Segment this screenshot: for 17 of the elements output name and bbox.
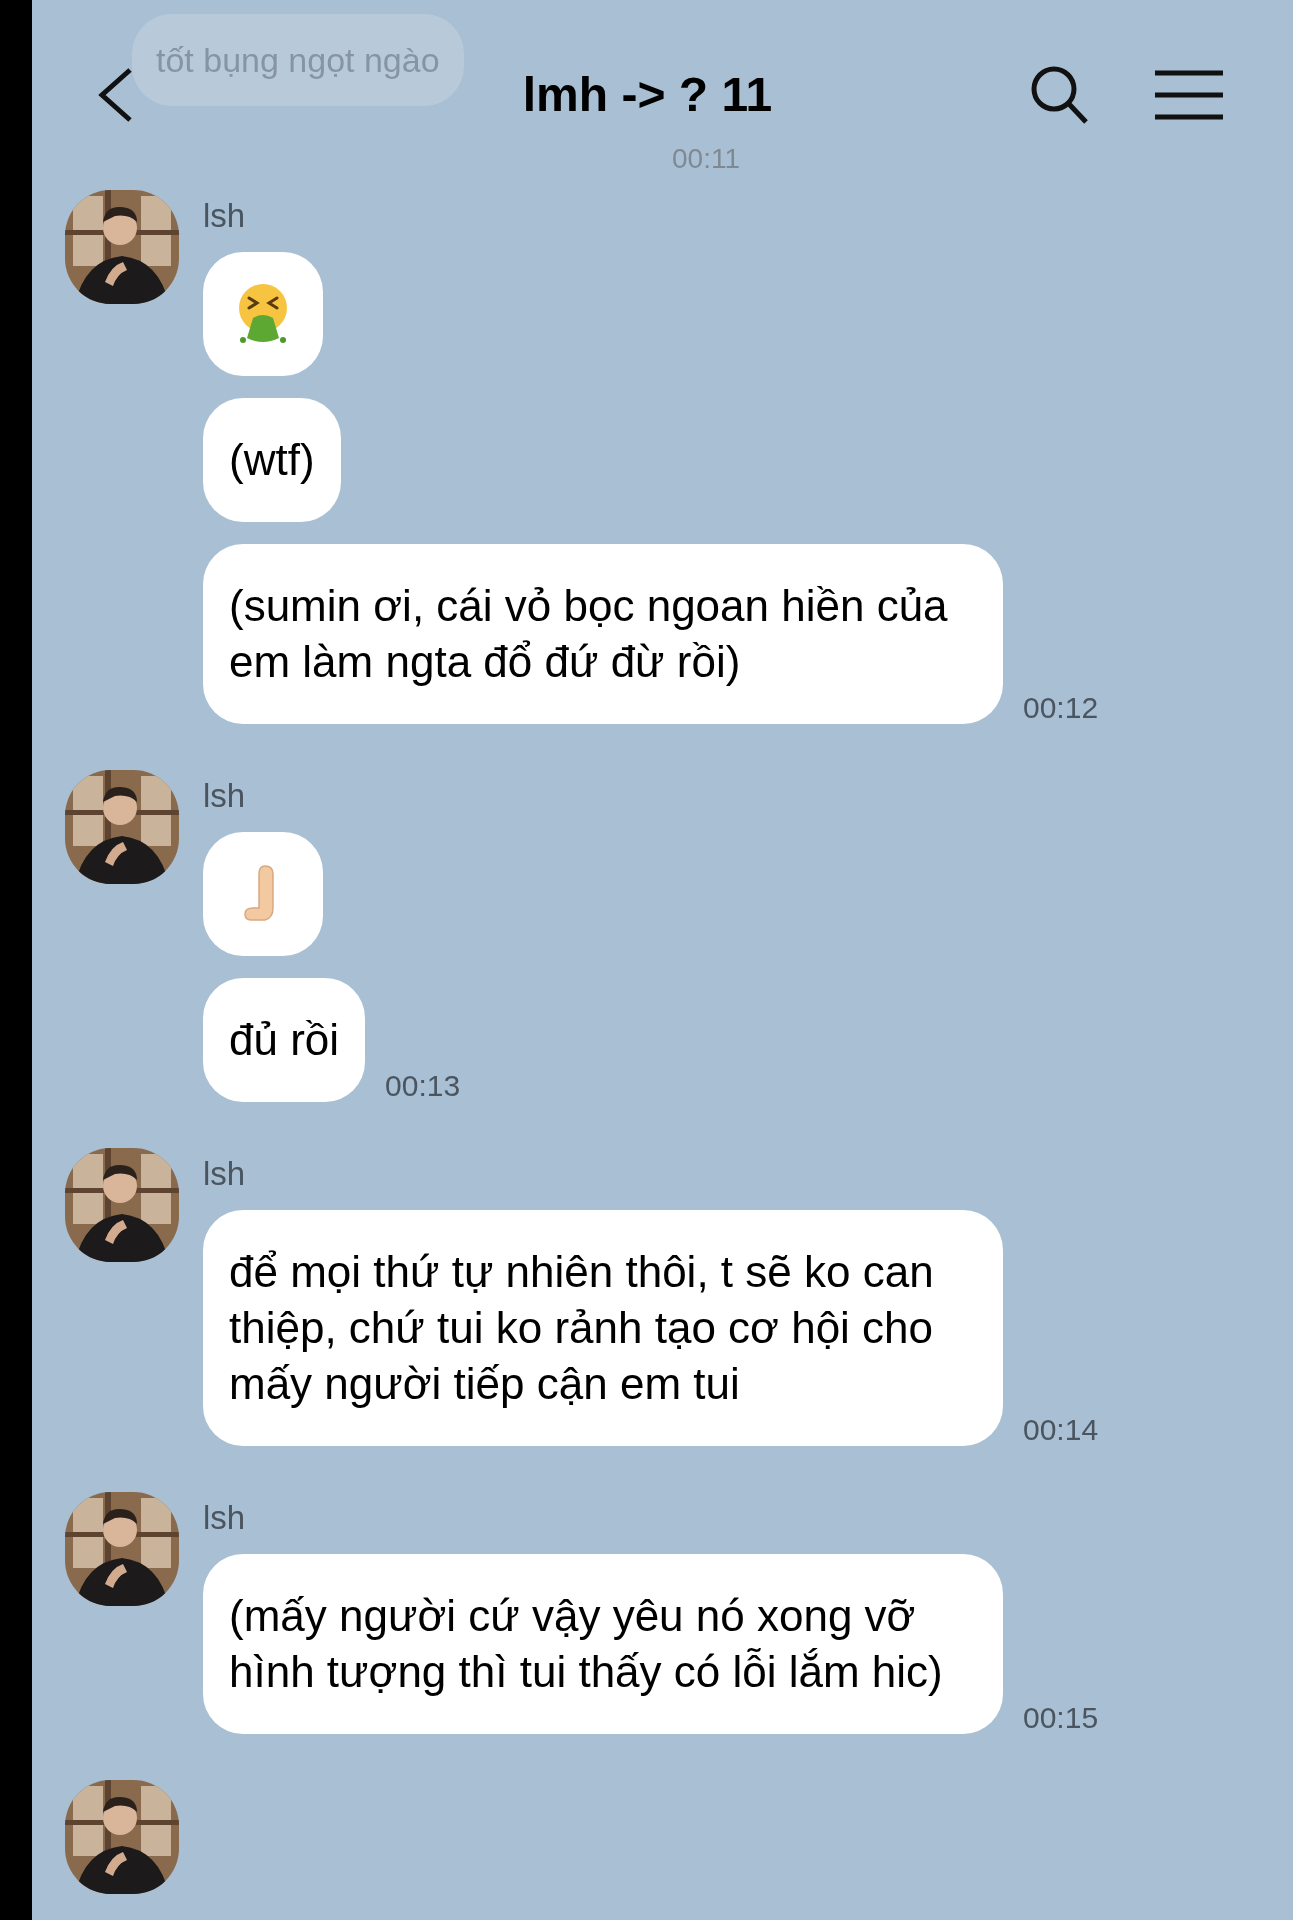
menu-icon[interactable] <box>1155 70 1223 120</box>
message-bubble: đủ rồi <box>203 978 366 1102</box>
sender-name: lsh <box>203 776 247 816</box>
message-bubble: (mấy người cứ vậy yêu nó xong vỡ hình tượng thì tui thấy có lỗi lắm hic) <box>203 1554 1003 1734</box>
message-bubble: để mọi thứ tự nhiên thôi, t sẽ ko can thiệp, chứ tui ko rảnh tạo cơ hội cho mấy người tiếp cận em tui <box>203 1210 1003 1446</box>
sender-name: lsh <box>203 1498 247 1538</box>
sender-name: lsh <box>203 1154 247 1194</box>
message-bubble: (wtf) <box>203 398 341 522</box>
message-time: 00:11 <box>672 142 740 176</box>
message-bubble: (sumin ơi, cái vỏ bọc ngoan hiền của em làm ngta đổ đứ đừ rồi) <box>203 544 1003 724</box>
message-time: 00:14 <box>1023 1412 1099 1448</box>
sender-name: lsh <box>203 196 247 236</box>
message-time: 00:12 <box>1023 690 1099 726</box>
message-time: 00:15 <box>1023 1700 1099 1736</box>
search-icon[interactable] <box>1029 64 1089 126</box>
message-time: 00:13 <box>385 1068 461 1104</box>
chat-title: lmh -> ? 11 <box>522 67 773 123</box>
